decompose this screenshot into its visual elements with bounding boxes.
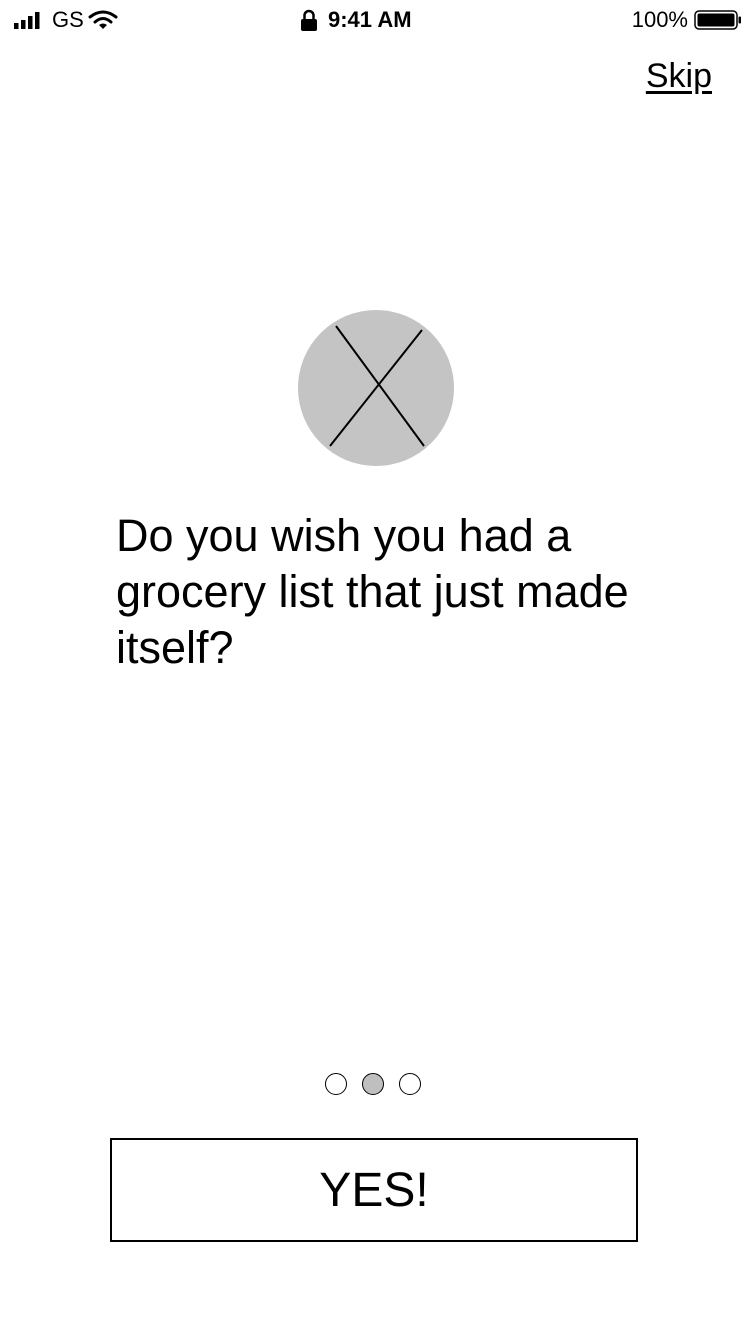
battery-icon [694,10,741,30]
signal-bars-icon [14,12,40,29]
onboarding-question: Do you wish you had a grocery list that … [116,510,629,673]
image-placeholder-icon [298,310,454,466]
wifi-icon [88,10,118,29]
battery-percentage: 100% [631,7,688,32]
status-time: 9:41 AM [328,7,412,32]
page-dot-3[interactable] [399,1073,421,1095]
page-dot-2[interactable] [362,1073,384,1095]
page-indicator[interactable] [325,1073,427,1097]
carrier-name: GS [52,7,84,32]
status-bar: GS 9:41 AM 100% [0,0,750,40]
yes-button[interactable]: YES! [110,1138,638,1242]
lock-icon [301,9,317,31]
page-dot-1[interactable] [325,1073,347,1095]
skip-link[interactable]: Skip [646,56,712,96]
